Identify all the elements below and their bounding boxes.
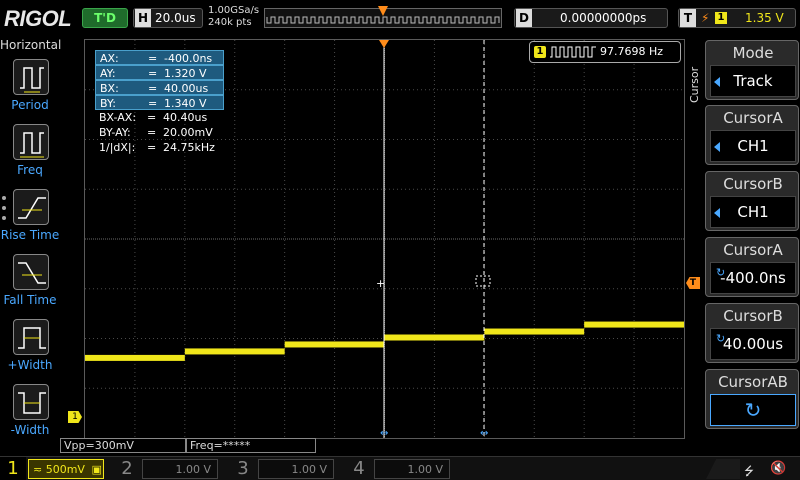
cursor-readout-table: AX: = -400.0ns AY: = 1.320 V BX: = 40.00us BY:…	[95, 50, 224, 155]
ch1-ground-marker[interactable]: 1	[68, 411, 82, 423]
measure-fall-time-button[interactable]: Fall Time	[0, 252, 60, 314]
knob-icon[interactable]: ↻	[710, 394, 796, 426]
cursor-ab-menu-item[interactable]: CursorAB ↻	[705, 369, 799, 429]
measure-period-label: Period	[11, 98, 49, 112]
cursor-readout-row: BY: = 1.340 V	[95, 95, 224, 110]
trigger-source: 1	[715, 12, 727, 24]
menu-arrow[interactable]	[706, 459, 740, 479]
cursor-readout-row: BX-AX: = 40.40us	[99, 111, 208, 124]
cursor-b-position-menu-item[interactable]: CursorB ↻ 40.00us	[705, 303, 799, 363]
positive-width-icon	[13, 319, 49, 355]
brand-logo: RIGOL	[4, 6, 72, 31]
cursor-b-source-select[interactable]: CH1	[710, 196, 796, 228]
cursor-readout-row: BY-AY: = 20.00mV	[99, 126, 213, 139]
menu-item-title: CursorAB	[718, 373, 788, 391]
knob-icon: ↻	[716, 332, 726, 345]
trigger-level: 1.35 V	[745, 11, 784, 25]
measure-fall-time-label: Fall Time	[3, 293, 57, 307]
cursor-a-position-value[interactable]: ↻ -400.0ns	[710, 262, 796, 294]
acquisition-info: 1.00GSa/s 240k pts	[208, 5, 259, 29]
cursor-b-handle: ↔	[480, 428, 488, 439]
horizontal-label: H	[135, 9, 151, 27]
menu-title: Horizontal	[0, 38, 62, 52]
negative-width-icon	[13, 384, 49, 420]
cursor-readout-row: BX: = 40.00us	[95, 80, 224, 95]
trigger-label: T	[680, 9, 696, 27]
channel-scale: 1.00 V	[258, 459, 334, 479]
measure-positive-width-button[interactable]: +Width	[0, 317, 60, 379]
waveform-step	[85, 354, 185, 361]
cursor-b-position-value[interactable]: ↻ 40.00us	[710, 328, 796, 360]
status-bar: RIGOL T'D H 20.0us 1.00GSa/s 240k pts D 0.…	[0, 0, 800, 38]
menu-item-title: CursorA	[723, 241, 783, 259]
trigger-level-marker[interactable]: T	[686, 277, 700, 289]
sample-rate: 1.00GSa/s	[208, 5, 260, 16]
channel-number: 3	[237, 458, 249, 479]
cursor-readout-row: AY: = 1.320 V	[95, 65, 224, 80]
cursor-a-position-menu-item[interactable]: CursorA ↻ -400.0ns	[705, 237, 799, 297]
measurement-freq[interactable]: Freq=*****	[186, 438, 316, 453]
measure-rise-time-button[interactable]: Rise Time	[0, 187, 60, 249]
cursor-readout-row: AX: = -400.0ns	[95, 50, 224, 65]
cursor-readout-row: 1/|dX|: = 24.75kHz	[99, 141, 215, 154]
delay-box[interactable]: D 0.00000000ps	[514, 8, 668, 28]
menu-item-title: Mode	[732, 44, 774, 62]
counter-value: 97.7698 Hz	[600, 45, 664, 58]
measure-rise-time-label: Rise Time	[0, 228, 60, 242]
memory-depth: 240k pts	[208, 17, 252, 28]
delay-label: D	[516, 9, 532, 27]
rise-time-icon	[13, 189, 49, 225]
menu-item-title: CursorB	[723, 307, 783, 325]
channel-number: 4	[353, 458, 365, 479]
counter-channel: 1	[534, 46, 546, 58]
cursor-mode-select[interactable]: Track	[710, 65, 796, 97]
cursor-mode-menu-item[interactable]: Mode Track	[705, 40, 799, 100]
square-wave-icon	[550, 46, 596, 58]
cursor-b-crosshair	[475, 275, 491, 287]
measure-negative-width-button[interactable]: -Width	[0, 382, 60, 444]
delay-value: 0.00000000ps	[560, 11, 647, 25]
period-icon	[13, 59, 49, 95]
measure-freq-label: Freq	[17, 163, 43, 177]
horizontal-measure-menu: Horizontal Period Freq Rise Time Fall Ti…	[0, 38, 62, 456]
timebase-value: 20.0us	[155, 11, 196, 25]
waveform-step	[184, 348, 285, 355]
cursor-a-source-select[interactable]: CH1	[710, 130, 796, 162]
channel-scale: ≂ 500mV ▣	[28, 459, 104, 479]
cursor-menu: Mode Track CursorA CH1 CursorB CH1 Curso…	[703, 38, 800, 456]
usb-icon: ⭍	[744, 464, 754, 478]
timebase-box[interactable]: H 20.0us	[133, 8, 203, 28]
menu-item-title: CursorA	[723, 109, 783, 127]
waveform-step	[384, 334, 485, 341]
cursor-a-source-menu-item[interactable]: CursorA CH1	[705, 105, 799, 165]
channel-scale: 1.00 V	[142, 459, 218, 479]
knob-icon: ↻	[716, 266, 726, 279]
channel-bar: 1 ≂ 500mV ▣ 2 1.00 V 3 1.00 V 4 1.00 V ⭍…	[0, 456, 800, 480]
frequency-counter[interactable]: 1 97.7698 Hz	[529, 41, 681, 63]
fall-time-icon	[13, 254, 49, 290]
channel-scale: 1.00 V	[374, 459, 450, 479]
frequency-icon	[13, 124, 49, 160]
waveform-step	[284, 341, 385, 348]
channel-number: 1	[0, 457, 26, 480]
rising-edge-icon: ⚡	[701, 11, 710, 25]
channel-number: 2	[121, 458, 133, 479]
measure-negative-width-label: -Width	[10, 423, 50, 437]
cursor-a-crosshair: +	[376, 277, 385, 290]
trigger-status-badge[interactable]: T'D	[82, 8, 128, 28]
waveform-step	[584, 321, 684, 328]
measure-freq-button[interactable]: Freq	[0, 122, 60, 184]
cursor-a-handle: ↔	[380, 428, 388, 439]
active-menu-label: Cursor	[688, 66, 701, 104]
cursor-b-source-menu-item[interactable]: CursorB CH1	[705, 171, 799, 231]
menu-item-title: CursorB	[723, 175, 783, 193]
measurement-vpp[interactable]: Vpp=300mV	[60, 438, 186, 453]
trigger-time-marker	[379, 40, 389, 48]
trigger-box[interactable]: T ⚡ 1 1.35 V	[678, 8, 796, 28]
measure-period-button[interactable]: Period	[0, 57, 60, 119]
waveform-step	[484, 328, 585, 335]
measure-positive-width-label: +Width	[7, 358, 53, 372]
speaker-muted-icon[interactable]: 🔇	[770, 461, 786, 476]
